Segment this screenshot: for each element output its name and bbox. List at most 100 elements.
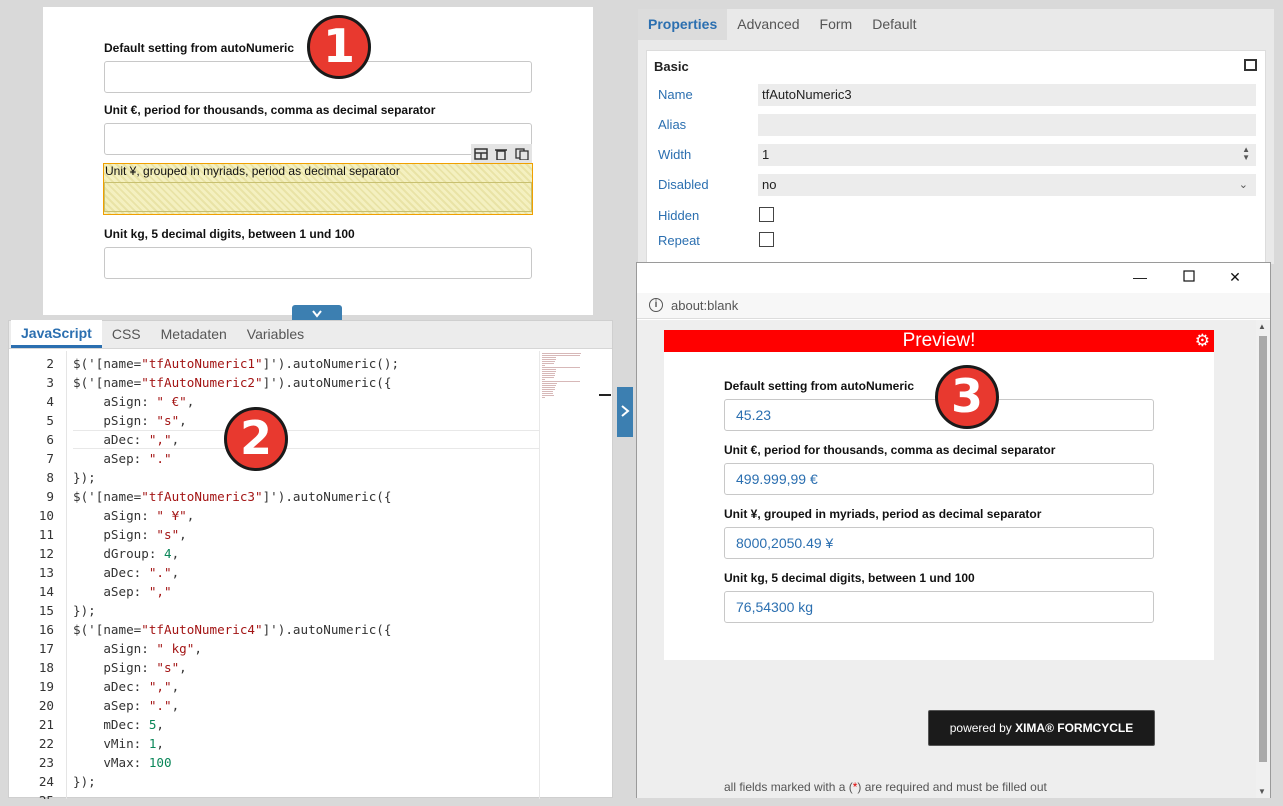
scrollbar-thumb[interactable] bbox=[1259, 336, 1267, 762]
tab-css[interactable]: CSS bbox=[102, 320, 151, 348]
code-line: pSign: "s", bbox=[73, 527, 187, 542]
trash-icon[interactable] bbox=[494, 148, 508, 161]
text-input[interactable]: 76,54300 kg bbox=[724, 591, 1154, 623]
layout-icon[interactable] bbox=[474, 147, 488, 160]
line-number: 5 bbox=[46, 413, 54, 428]
minimap-line bbox=[542, 367, 580, 368]
code-line: $('[name="tfAutoNumeric3"]').autoNumeric… bbox=[73, 489, 392, 504]
scroll-up-icon[interactable]: ▲ bbox=[1258, 322, 1266, 331]
text-input[interactable] bbox=[104, 123, 532, 155]
minimap-line bbox=[542, 361, 555, 362]
line-number: 13 bbox=[38, 565, 54, 580]
code-line: aSep: "," bbox=[73, 584, 172, 599]
powered-by-button[interactable]: powered by XIMA® FORMCYCLE bbox=[928, 710, 1155, 746]
width-stepper[interactable]: 1 ▲ ▼ bbox=[758, 144, 1256, 166]
preview-field-2: Unit €, period for thousands, comma as d… bbox=[724, 441, 1154, 495]
code-line: }); bbox=[73, 603, 96, 618]
code-line: aSign: " ¥", bbox=[73, 508, 195, 523]
text-input[interactable] bbox=[104, 247, 532, 279]
minimap-line bbox=[542, 357, 557, 358]
code-line: $('[name="tfAutoNumeric2"]').autoNumeric… bbox=[73, 375, 392, 390]
tab-default[interactable]: Default bbox=[862, 9, 926, 40]
code-line: aSep: "." bbox=[73, 451, 172, 466]
spinner-arrows-icon[interactable]: ▲ ▼ bbox=[1242, 146, 1250, 162]
field-label: Unit ¥, grouped in myriads, period as de… bbox=[105, 164, 400, 178]
minimap-line bbox=[542, 365, 545, 366]
address-text[interactable]: about:blank bbox=[671, 298, 738, 313]
code-line: aSign: " kg", bbox=[73, 641, 202, 656]
tab-form[interactable]: Form bbox=[810, 9, 863, 40]
step-badge-2: 2 bbox=[224, 407, 288, 471]
minimize-icon[interactable]: — bbox=[1130, 267, 1150, 287]
field-label: Unit ¥, grouped in myriads, period as de… bbox=[724, 507, 1042, 521]
section-title: Basic bbox=[654, 59, 689, 74]
code-line: mDec: 5, bbox=[73, 717, 165, 732]
text-input[interactable]: 8000,2050.49 ¥ bbox=[724, 527, 1154, 559]
code-line: $('[name="tfAutoNumeric4"]').autoNumeric… bbox=[73, 622, 392, 637]
info-icon[interactable]: i bbox=[649, 298, 663, 312]
text-input[interactable]: 499.999,99 € bbox=[724, 463, 1154, 495]
minimap-line bbox=[542, 375, 555, 376]
minimap-line bbox=[542, 379, 545, 380]
line-number: 2 bbox=[46, 356, 54, 371]
designer-field-2[interactable]: Unit €, period for thousands, comma as d… bbox=[104, 101, 532, 155]
gear-icon[interactable]: ⚙ bbox=[1195, 331, 1210, 350]
tab-variables[interactable]: Variables bbox=[237, 320, 314, 348]
scroll-down-icon[interactable]: ▼ bbox=[1258, 787, 1266, 796]
divider-mark bbox=[599, 394, 611, 396]
banner-title: Preview! bbox=[902, 330, 976, 351]
address-bar: i about:blank bbox=[637, 293, 1270, 319]
text-input[interactable] bbox=[104, 182, 532, 212]
code-minimap[interactable] bbox=[539, 351, 613, 799]
property-label: Repeat bbox=[658, 233, 700, 248]
alias-field[interactable] bbox=[758, 114, 1256, 136]
property-row-disabled: Disabled no ⌄ bbox=[647, 174, 1265, 198]
line-number: 20 bbox=[38, 698, 54, 713]
scrollbar[interactable]: ▲ ▼ bbox=[1256, 320, 1270, 798]
field-label: Unit €, period for thousands, comma as d… bbox=[104, 103, 436, 117]
minimap-line bbox=[542, 389, 555, 390]
line-number: 19 bbox=[38, 679, 54, 694]
minimap-line bbox=[542, 385, 556, 386]
copy-icon[interactable] bbox=[515, 147, 529, 161]
tab-javascript[interactable]: JavaScript bbox=[11, 320, 102, 348]
hidden-checkbox[interactable] bbox=[759, 207, 774, 222]
line-number: 3 bbox=[46, 375, 54, 390]
maximize-icon[interactable] bbox=[1179, 267, 1199, 287]
code-line: aDec: ",", bbox=[73, 432, 180, 447]
brand-name: XIMA® FORMCYCLE bbox=[1015, 721, 1134, 735]
code-line: pSign: "s", bbox=[73, 413, 187, 428]
name-field[interactable]: tfAutoNumeric3 bbox=[758, 84, 1256, 106]
tab-properties[interactable]: Properties bbox=[638, 9, 728, 40]
line-number: 10 bbox=[38, 508, 54, 523]
minimap-line bbox=[542, 353, 581, 354]
code-line: }); bbox=[73, 470, 96, 485]
field-label: Unit €, period for thousands, comma as d… bbox=[724, 443, 1056, 457]
code-line: vMin: 1, bbox=[73, 736, 165, 751]
property-row-repeat: Repeat bbox=[647, 230, 1265, 254]
expand-panel-button[interactable] bbox=[617, 387, 633, 437]
tab-metadaten[interactable]: Metadaten bbox=[151, 320, 237, 348]
designer-field-4[interactable]: Unit kg, 5 decimal digits, between 1 und… bbox=[104, 225, 532, 279]
line-number: 8 bbox=[46, 470, 54, 485]
repeat-checkbox[interactable] bbox=[759, 232, 774, 247]
line-number: 6 bbox=[46, 432, 54, 447]
property-row-hidden: Hidden bbox=[647, 205, 1265, 229]
code-line: vMax: 100 bbox=[73, 755, 172, 770]
disabled-select[interactable]: no ⌄ bbox=[758, 174, 1256, 196]
popout-window-icon[interactable] bbox=[1244, 59, 1257, 71]
designer-field-3-selected[interactable]: Unit ¥, grouped in myriads, period as de… bbox=[103, 163, 533, 215]
required-note: all fields marked with a (*) are require… bbox=[724, 780, 1047, 794]
field-label: Unit kg, 5 decimal digits, between 1 und… bbox=[104, 227, 355, 241]
minimap-line bbox=[542, 395, 554, 396]
minimap-line bbox=[542, 359, 556, 360]
line-number: 23 bbox=[38, 755, 54, 770]
preview-field-4: Unit kg, 5 decimal digits, between 1 und… bbox=[724, 569, 1154, 623]
editor-tabs: JavaScript CSS Metadaten Variables bbox=[9, 320, 612, 349]
tab-advanced[interactable]: Advanced bbox=[727, 9, 809, 40]
width-value: 1 bbox=[762, 147, 770, 162]
code-line: aDec: ",", bbox=[73, 679, 180, 694]
preview-banner: Preview! ⚙ bbox=[664, 330, 1214, 352]
required-post: ) are required and must be filled out bbox=[857, 780, 1047, 794]
close-icon[interactable]: ✕ bbox=[1225, 267, 1245, 287]
